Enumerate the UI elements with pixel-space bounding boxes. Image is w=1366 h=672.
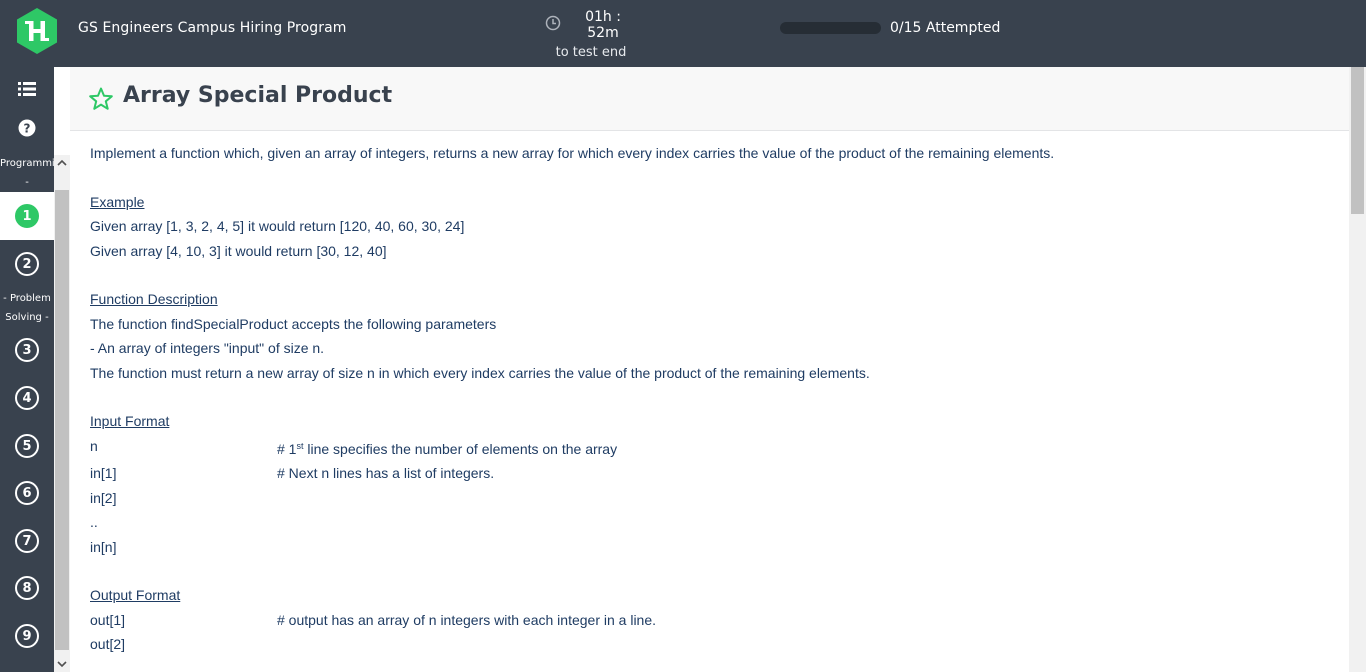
input-format-right: # Next n lines has a list of integers. xyxy=(277,465,495,481)
output-format-left: out[1] xyxy=(90,611,126,628)
timer-subtitle: to test end xyxy=(555,45,627,60)
input-format-heading: Input Format xyxy=(90,413,170,429)
question-nav-5[interactable]: 5 xyxy=(0,422,54,470)
question-number: 4 xyxy=(15,386,39,410)
section-label-solving: Solving - xyxy=(5,312,49,323)
test-timer: 01h : 52m to test end xyxy=(545,9,637,60)
progress-bar xyxy=(780,22,881,34)
question-number: 2 xyxy=(15,252,39,276)
question-nav-6[interactable]: 6 xyxy=(0,469,54,517)
function-description-line: - An array of integers "input" of size n… xyxy=(90,340,325,356)
question-nav-1[interactable]: 1 xyxy=(0,192,54,240)
question-nav-3[interactable]: 3 xyxy=(0,326,54,374)
content-scrollbar[interactable] xyxy=(1349,67,1366,672)
question-nav-7[interactable]: 7 xyxy=(0,517,54,565)
hackerrank-logo-icon[interactable] xyxy=(16,7,58,55)
input-format-row: in[1] # Next n lines has a list of integ… xyxy=(90,461,1330,486)
input-format-row: in[2] xyxy=(90,486,1330,511)
question-sidebar: ? Programmin - 1 2 - Problem Solving - 3… xyxy=(0,67,54,672)
input-format-row: .. xyxy=(90,510,1330,535)
input-format-left: in[1] xyxy=(90,465,117,481)
question-number: 3 xyxy=(15,338,39,362)
scroll-up-icon[interactable] xyxy=(54,155,70,171)
output-format-row: out[2] xyxy=(90,632,1330,657)
output-format-left: out[2] xyxy=(90,636,126,652)
question-number: 8 xyxy=(15,576,39,600)
question-number: 1 xyxy=(15,204,39,228)
sidebar-scroll-thumb[interactable] xyxy=(55,190,69,650)
timer-value: 01h : 52m xyxy=(585,9,621,41)
question-number: 5 xyxy=(15,434,39,458)
function-description-line: The function must return a new array of … xyxy=(90,364,870,381)
question-title-bar: Array Special Product xyxy=(70,67,1350,131)
input-format-row: in[n] xyxy=(90,535,1330,560)
question-body: Implement a function which, given an arr… xyxy=(90,131,1330,672)
input-format-right: # 1st line specifies the number of eleme… xyxy=(277,440,618,457)
section-label-programming: Programmin xyxy=(0,158,54,169)
question-number: 9 xyxy=(15,624,39,648)
input-format-left: in[2] xyxy=(90,489,117,506)
question-title: Array Special Product xyxy=(123,83,393,108)
content-scroll-thumb[interactable] xyxy=(1351,67,1364,214)
output-format-row: ... xyxy=(90,657,1330,672)
svg-text:?: ? xyxy=(24,122,31,136)
top-header: GS Engineers Campus Hiring Program 01h :… xyxy=(0,0,1366,67)
input-format-row: n # 1st line specifies the number of ele… xyxy=(90,434,1330,462)
attempt-progress: 0/15 Attempted xyxy=(780,20,1000,36)
question-list-icon[interactable] xyxy=(17,79,37,99)
input-format-left: n xyxy=(90,437,98,454)
output-format-right: # output has an array of n integers with… xyxy=(277,611,657,628)
question-number: 6 xyxy=(15,481,39,505)
question-nav-4[interactable]: 4 xyxy=(0,374,54,422)
output-format-left: ... xyxy=(90,660,102,672)
program-title: GS Engineers Campus Hiring Program xyxy=(78,20,347,36)
input-format-left: .. xyxy=(90,514,98,530)
function-description-heading: Function Description xyxy=(90,291,218,307)
scroll-down-icon[interactable] xyxy=(54,656,70,672)
output-format-heading: Output Format xyxy=(90,587,181,603)
question-number: 7 xyxy=(15,529,39,553)
section-label-programming-suffix: - xyxy=(25,177,29,188)
clock-icon xyxy=(545,15,561,36)
output-format-row: out[1] # output has an array of n intege… xyxy=(90,608,1330,633)
function-description-line: The function findSpecialProduct accepts … xyxy=(90,315,497,332)
question-nav-8[interactable]: 8 xyxy=(0,564,54,612)
example-line: Given array [4, 10, 3] it would return [… xyxy=(90,242,387,259)
help-icon[interactable]: ? xyxy=(17,118,37,138)
sidebar-scrollbar[interactable] xyxy=(54,155,70,672)
star-bookmark-icon[interactable] xyxy=(89,87,113,115)
question-nav-2[interactable]: 2 xyxy=(0,240,54,288)
input-format-left: in[n] xyxy=(90,538,117,555)
question-nav-9[interactable]: 9 xyxy=(0,612,54,660)
example-line: Given array [1, 3, 2, 4, 5] it would ret… xyxy=(90,218,465,234)
section-label-problem: - Problem xyxy=(3,293,51,304)
question-intro: Implement a function which, given an arr… xyxy=(90,145,1055,161)
example-heading: Example xyxy=(90,193,145,210)
progress-text: 0/15 Attempted xyxy=(890,20,1001,36)
